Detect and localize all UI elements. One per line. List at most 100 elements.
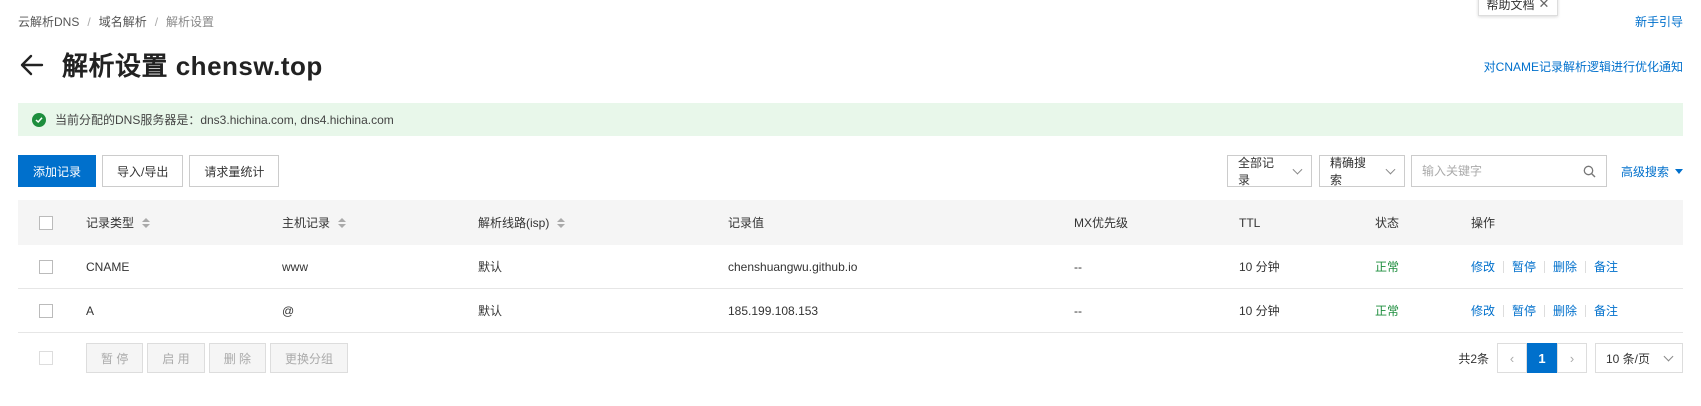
bulk-pause-button[interactable]: 暂 停 xyxy=(86,343,144,373)
sort-icon[interactable] xyxy=(557,217,566,228)
header-line[interactable]: 解析线路(isp) xyxy=(478,214,728,231)
row-ops: 修改 暂停 删除 备注 xyxy=(1471,258,1683,275)
divider xyxy=(1585,260,1587,273)
edit-link[interactable]: 修改 xyxy=(1471,258,1495,275)
header-ttl: TTL xyxy=(1239,215,1261,230)
dns-server-text: 当前分配的DNS服务器是：dns3.hichina.com, dns4.hich… xyxy=(55,113,394,127)
filter-bar: 全部记录 精确搜索 高级搜索 xyxy=(1226,155,1701,187)
caret-down-icon xyxy=(1675,168,1683,174)
cell-host: @ xyxy=(282,303,295,318)
record-toolbar: 添加记录 导入/导出 请求量统计 xyxy=(18,155,280,187)
table-footer: 暂 停 启 用 删 除 更换分组 共2条 ‹ 1 › 10 条/页 xyxy=(18,333,1683,383)
cell-type: CNAME xyxy=(86,259,130,274)
chevron-down-icon xyxy=(1663,351,1674,361)
cell-line: 默认 xyxy=(478,260,503,274)
sort-icon[interactable] xyxy=(338,217,347,228)
search-box xyxy=(1410,155,1607,187)
beginner-guide-link[interactable]: 新手引导 xyxy=(1635,13,1683,30)
search-mode-select[interactable]: 精确搜索 xyxy=(1318,155,1405,187)
help-docs-label: 帮助文档 xyxy=(1486,0,1535,12)
header-value: 记录值 xyxy=(728,216,765,230)
breadcrumb-separator: / xyxy=(154,14,159,29)
change-group-button[interactable]: 更换分组 xyxy=(270,343,349,373)
record-filter-value: 全部记录 xyxy=(1237,156,1274,187)
divider xyxy=(1544,260,1546,273)
remark-link[interactable]: 备注 xyxy=(1594,258,1618,275)
chevron-down-icon xyxy=(1292,164,1303,174)
row-checkbox[interactable] xyxy=(39,259,53,274)
header-host[interactable]: 主机记录 xyxy=(282,214,478,231)
header-type-label: 记录类型 xyxy=(86,216,135,230)
pause-link[interactable]: 暂停 xyxy=(1512,258,1536,275)
chevron-down-icon xyxy=(1385,164,1396,174)
cell-mx: -- xyxy=(1074,303,1082,318)
advanced-search-button[interactable]: 高级搜索 xyxy=(1621,163,1683,180)
pause-link[interactable]: 暂停 xyxy=(1512,302,1536,319)
next-page-button[interactable]: › xyxy=(1557,343,1587,373)
prev-page-button[interactable]: ‹ xyxy=(1497,343,1527,373)
advanced-search-label: 高级搜索 xyxy=(1620,164,1669,179)
breadcrumb-item-dns[interactable]: 云解析DNS xyxy=(18,13,79,30)
cell-type: A xyxy=(86,303,95,318)
header-status: 状态 xyxy=(1375,216,1400,230)
header-line-label: 解析线路(isp) xyxy=(478,216,550,230)
page-size-select[interactable]: 10 条/页 xyxy=(1595,343,1683,373)
cell-line: 默认 xyxy=(478,304,503,318)
page-button-current[interactable]: 1 xyxy=(1527,343,1557,373)
divider xyxy=(1585,304,1587,317)
table-row: CNAME www 默认 chenshuangwu.github.io -- 1… xyxy=(18,245,1683,289)
back-arrow-icon[interactable] xyxy=(18,51,46,79)
divider xyxy=(1503,304,1505,317)
status-badge: 正常 xyxy=(1375,304,1400,318)
row-checkbox-cell xyxy=(18,303,86,318)
header-type[interactable]: 记录类型 xyxy=(86,214,282,231)
cell-ttl: 10 分钟 xyxy=(1239,304,1280,318)
row-checkbox-cell xyxy=(18,259,86,274)
sort-icon[interactable] xyxy=(142,217,151,228)
breadcrumb-separator: / xyxy=(87,14,91,29)
bulk-delete-button[interactable]: 删 除 xyxy=(208,343,267,373)
bulk-enable-button[interactable]: 启 用 xyxy=(147,343,205,373)
cell-value: 185.199.108.153 xyxy=(728,303,819,318)
page-title: 解析设置 chensw.top xyxy=(62,51,323,81)
request-stats-button[interactable]: 请求量统计 xyxy=(189,155,280,187)
help-docs-tab[interactable]: 帮助文档 ✕ xyxy=(1478,0,1558,16)
cname-notice-link[interactable]: 对CNAME记录解析逻辑进行优化通知 xyxy=(1484,58,1683,75)
cell-host: www xyxy=(282,259,308,274)
table-row: A @ 默认 185.199.108.153 -- 10 分钟 正常 修改 暂停… xyxy=(18,289,1683,333)
add-record-button[interactable]: 添加记录 xyxy=(18,155,97,187)
row-checkbox[interactable] xyxy=(39,303,53,318)
search-mode-value: 精确搜索 xyxy=(1329,156,1366,187)
breadcrumb: 云解析DNS / 域名解析 / 解析设置 xyxy=(18,13,214,30)
delete-link[interactable]: 删除 xyxy=(1553,302,1577,319)
select-all-cell xyxy=(18,215,86,230)
footer-checkbox-cell xyxy=(18,351,86,365)
cell-value: chenshuangwu.github.io xyxy=(728,259,858,274)
check-circle-icon xyxy=(32,112,46,127)
divider xyxy=(1503,260,1505,273)
row-ops: 修改 暂停 删除 备注 xyxy=(1471,302,1683,319)
pagination: 共2条 ‹ 1 › 10 条/页 xyxy=(1458,343,1683,373)
close-icon[interactable]: ✕ xyxy=(1539,0,1550,12)
breadcrumb-item-domain[interactable]: 域名解析 xyxy=(99,13,147,30)
header-mx: MX优先级 xyxy=(1074,216,1129,230)
header-host-label: 主机记录 xyxy=(282,216,331,230)
dns-server-info-bar: 当前分配的DNS服务器是：dns3.hichina.com, dns4.hich… xyxy=(18,103,1683,136)
divider xyxy=(1544,304,1546,317)
status-badge: 正常 xyxy=(1375,260,1400,274)
search-icon[interactable] xyxy=(1583,165,1596,178)
total-count: 共2条 xyxy=(1458,351,1489,366)
remark-link[interactable]: 备注 xyxy=(1594,302,1618,319)
cell-mx: -- xyxy=(1074,259,1082,274)
footer-select-all-checkbox[interactable] xyxy=(39,351,53,365)
search-input[interactable] xyxy=(1421,164,1583,178)
record-filter-select[interactable]: 全部记录 xyxy=(1226,155,1312,187)
records-table: 记录类型 主机记录 解析线路(isp) 记录值 MX优先级 TTL 状态 操作 … xyxy=(18,200,1683,383)
edit-link[interactable]: 修改 xyxy=(1471,302,1495,319)
header-ops: 操作 xyxy=(1471,216,1496,230)
cell-ttl: 10 分钟 xyxy=(1239,260,1280,274)
import-export-button[interactable]: 导入/导出 xyxy=(102,155,184,187)
delete-link[interactable]: 删除 xyxy=(1553,258,1577,275)
page-size-value: 10 条/页 xyxy=(1606,351,1651,366)
select-all-checkbox[interactable] xyxy=(39,215,53,230)
